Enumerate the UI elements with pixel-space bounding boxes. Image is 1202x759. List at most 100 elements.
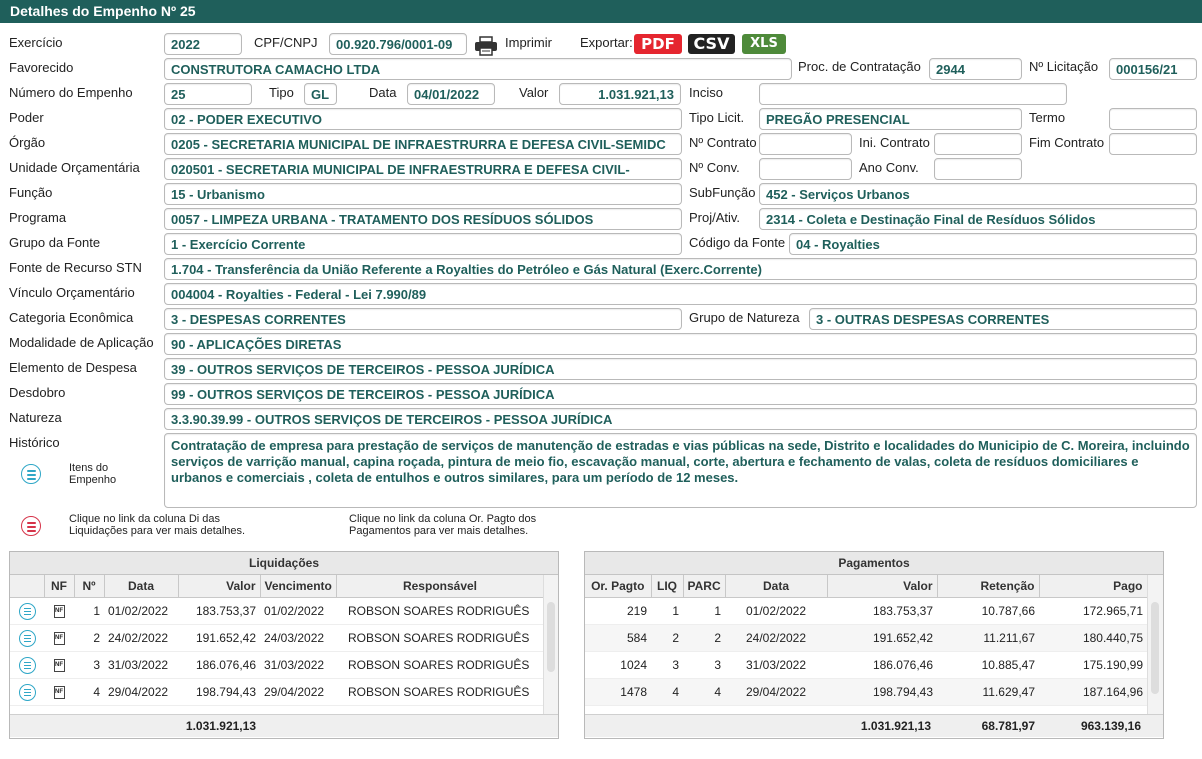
- col-header-data[interactable]: Data: [104, 575, 179, 598]
- cell-pago: 187.164,96: [1039, 678, 1147, 706]
- proj-ativ-field[interactable]: 2314 - Coleta e Destinação Final de Resí…: [759, 208, 1197, 230]
- export-csv-button[interactable]: CSV: [688, 34, 735, 54]
- tipo-field[interactable]: GL: [304, 83, 337, 105]
- cell-numero[interactable]: 3: [74, 651, 104, 679]
- cell-liq: 1: [651, 597, 683, 625]
- cell-numero[interactable]: 4: [74, 678, 104, 706]
- cell-vencimento: 24/03/2022: [260, 624, 336, 652]
- col-header-valor[interactable]: Valor: [827, 575, 938, 598]
- orgao-field[interactable]: 0205 - SECRETARIA MUNICIPAL DE INFRAESTR…: [164, 133, 682, 155]
- ano-conv-field[interactable]: [934, 158, 1022, 180]
- valor-field[interactable]: 1.031.921,13: [559, 83, 681, 105]
- table-row[interactable]: 219 1 1 01/02/2022 183.753,37 10.787,66 …: [585, 597, 1147, 625]
- col-header-data[interactable]: Data: [725, 575, 828, 598]
- cell-or-pagto[interactable]: 1478: [585, 678, 651, 706]
- cell-numero[interactable]: 1: [74, 597, 104, 625]
- label-exportar: Exportar:: [580, 35, 633, 50]
- col-header-parc[interactable]: PARC: [683, 575, 726, 598]
- cell-data: 24/02/2022: [725, 624, 827, 652]
- poder-field[interactable]: 02 - PODER EXECUTIVO: [164, 108, 682, 130]
- nf-icon[interactable]: NF: [53, 632, 65, 646]
- col-header-pago[interactable]: Pago: [1039, 575, 1148, 598]
- table-row[interactable]: 584 2 2 24/02/2022 191.652,42 11.211,67 …: [585, 624, 1147, 652]
- imprimir-link[interactable]: Imprimir: [505, 35, 552, 50]
- cell-pago: 180.440,75: [1039, 624, 1147, 652]
- grupo-fonte-field[interactable]: 1 - Exercício Corrente: [164, 233, 682, 255]
- cell-liq: 2: [651, 624, 683, 652]
- cpf-cnpj-field[interactable]: 00.920.796/0001-09: [329, 33, 467, 55]
- num-licitacao-field[interactable]: 000156/21: [1109, 58, 1197, 80]
- label-funcao: Função: [9, 185, 53, 200]
- codigo-fonte-field[interactable]: 04 - Royalties: [789, 233, 1197, 255]
- itens-empenho-icon[interactable]: [21, 464, 41, 484]
- col-header-liq[interactable]: LIQ: [651, 575, 684, 598]
- details-icon[interactable]: [18, 683, 36, 701]
- exercicio-field[interactable]: 2022: [164, 33, 242, 55]
- col-header-or-pagto[interactable]: Or. Pagto: [585, 575, 652, 598]
- historico-field[interactable]: Contratação de empresa para prestação de…: [164, 433, 1197, 508]
- categoria-field[interactable]: 3 - DESPESAS CORRENTES: [164, 308, 682, 330]
- cell-numero[interactable]: 2: [74, 624, 104, 652]
- window-title: Detalhes do Empenho Nº 25: [0, 0, 1202, 23]
- table-row[interactable]: NF 1 01/02/2022 183.753,37 01/02/2022 RO…: [10, 597, 544, 625]
- cell-or-pagto[interactable]: 584: [585, 624, 651, 652]
- inciso-field[interactable]: [759, 83, 1067, 105]
- col-header-responsavel[interactable]: Responsável: [336, 575, 545, 598]
- cell-valor: 198.794,43: [827, 678, 937, 706]
- modalidade-field[interactable]: 90 - APLICAÇÕES DIRETAS: [164, 333, 1197, 355]
- pagamentos-total-retencao: 68.781,97: [981, 719, 1035, 733]
- col-header-nf[interactable]: NF: [44, 575, 75, 598]
- details-icon[interactable]: [18, 629, 36, 647]
- cell-vencimento: 31/03/2022: [260, 651, 336, 679]
- desdobro-field[interactable]: 99 - OUTROS SERVIÇOS DE TERCEIROS - PESS…: [164, 383, 1197, 405]
- cell-valor: 191.652,42: [827, 624, 937, 652]
- label-termo: Termo: [1029, 110, 1066, 125]
- nf-icon[interactable]: NF: [53, 659, 65, 673]
- printer-icon[interactable]: [474, 36, 498, 56]
- programa-field[interactable]: 0057 - LIMPEZA URBANA - TRATAMENTO DOS R…: [164, 208, 682, 230]
- proc-contratacao-field[interactable]: 2944: [929, 58, 1022, 80]
- cell-valor: 183.753,37: [827, 597, 937, 625]
- label-num-contrato: Nº Contrato: [689, 135, 757, 150]
- cell-parc: 3: [683, 651, 725, 679]
- col-header-vencimento[interactable]: Vencimento: [260, 575, 337, 598]
- tipo-licit-field[interactable]: PREGÃO PRESENCIAL: [759, 108, 1022, 130]
- col-header-numero[interactable]: Nº: [74, 575, 105, 598]
- elemento-field[interactable]: 39 - OUTROS SERVIÇOS DE TERCEIROS - PESS…: [164, 358, 1197, 380]
- num-contrato-field[interactable]: [759, 133, 852, 155]
- table-row[interactable]: 1024 3 3 31/03/2022 186.076,46 10.885,47…: [585, 651, 1147, 679]
- table-row[interactable]: NF 3 31/03/2022 186.076,46 31/03/2022 RO…: [10, 651, 544, 679]
- ini-contrato-field[interactable]: [934, 133, 1022, 155]
- nf-icon[interactable]: NF: [53, 686, 65, 700]
- grupo-natureza-field[interactable]: 3 - OUTRAS DESPESAS CORRENTES: [809, 308, 1197, 330]
- details-icon[interactable]: [18, 656, 36, 674]
- table-row[interactable]: NF 2 24/02/2022 191.652,42 24/03/2022 RO…: [10, 624, 544, 652]
- fim-contrato-field[interactable]: [1109, 133, 1197, 155]
- col-header-valor[interactable]: Valor: [178, 575, 261, 598]
- table-row[interactable]: 1478 4 4 29/04/2022 198.794,43 11.629,47…: [585, 678, 1147, 706]
- cell-or-pagto[interactable]: 1024: [585, 651, 651, 679]
- unidade-field[interactable]: 020501 - SECRETARIA MUNICIPAL DE INFRAES…: [164, 158, 682, 180]
- favorecido-field[interactable]: CONSTRUTORA CAMACHO LTDA: [164, 58, 792, 80]
- termo-field[interactable]: [1109, 108, 1197, 130]
- cell-or-pagto[interactable]: 219: [585, 597, 651, 625]
- details-icon[interactable]: [18, 602, 36, 620]
- funcao-field[interactable]: 15 - Urbanismo: [164, 183, 682, 205]
- data-field[interactable]: 04/01/2022: [407, 83, 495, 105]
- natureza-field[interactable]: 3.3.90.39.99 - OUTROS SERVIÇOS DE TERCEI…: [164, 408, 1197, 430]
- itens-empenho-label[interactable]: Itens do Empenho: [69, 462, 129, 486]
- fonte-recurso-field[interactable]: 1.704 - Transferência da União Referente…: [164, 258, 1197, 280]
- label-num-licitacao: Nº Licitação: [1029, 59, 1099, 74]
- liquidacoes-scrollbar[interactable]: [547, 602, 555, 672]
- pagamentos-scrollbar[interactable]: [1151, 602, 1159, 694]
- hint-liquidacoes: Clique no link da coluna Di das Liquidaç…: [69, 513, 246, 537]
- nf-icon[interactable]: NF: [53, 605, 65, 619]
- vinculo-field[interactable]: 004004 - Royalties - Federal - Lei 7.990…: [164, 283, 1197, 305]
- col-header-retencao[interactable]: Retenção: [937, 575, 1040, 598]
- num-conv-field[interactable]: [759, 158, 852, 180]
- export-pdf-button[interactable]: PDF: [634, 34, 682, 54]
- numero-empenho-field[interactable]: 25: [164, 83, 252, 105]
- subfuncao-field[interactable]: 452 - Serviços Urbanos: [759, 183, 1197, 205]
- table-row[interactable]: NF 4 29/04/2022 198.794,43 29/04/2022 RO…: [10, 678, 544, 706]
- export-xls-button[interactable]: XLS: [742, 34, 786, 54]
